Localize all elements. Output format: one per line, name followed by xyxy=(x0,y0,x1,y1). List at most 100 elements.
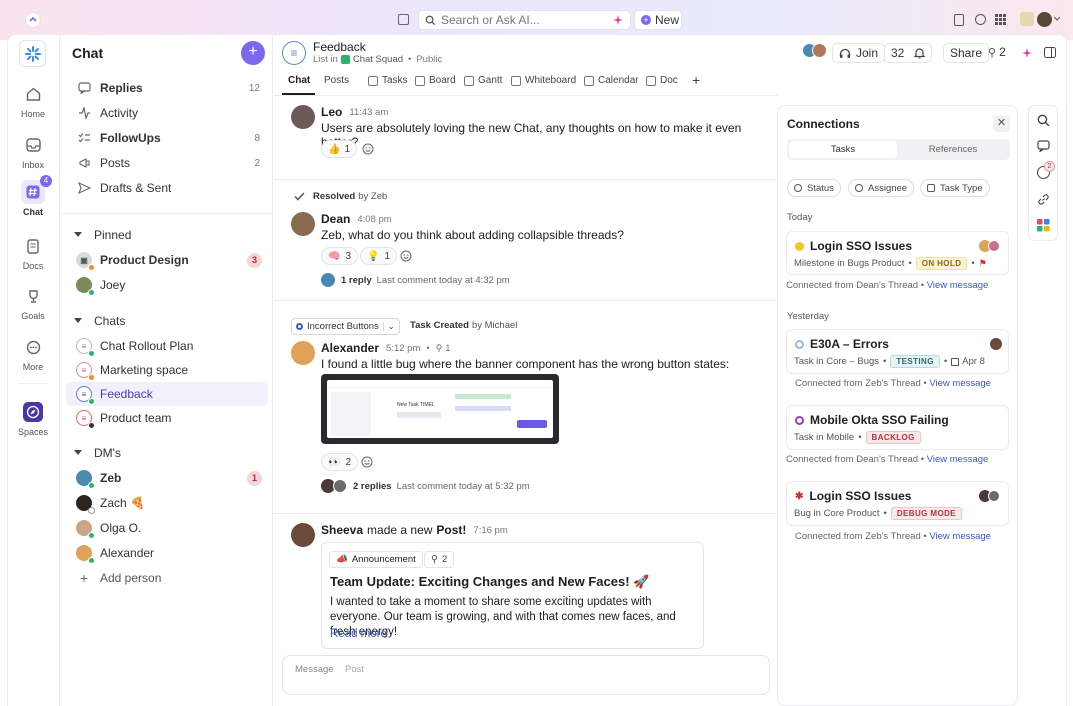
calendar-icon[interactable] xyxy=(398,14,409,25)
user-avatar[interactable] xyxy=(1037,12,1052,27)
tab-gantt[interactable]: Gantt xyxy=(464,75,502,86)
view-message-link[interactable]: View message xyxy=(927,280,989,291)
filter-assignee[interactable]: Assignee xyxy=(848,179,915,197)
view-message-link[interactable]: View message xyxy=(929,531,991,542)
composer-tab-message[interactable]: Message xyxy=(295,664,334,675)
workspace-logo[interactable] xyxy=(19,40,46,67)
sidebar-item-chat-rollout[interactable]: ≡ Chat Rollout Plan xyxy=(66,334,268,358)
pinned-section-toggle[interactable]: Pinned xyxy=(74,228,131,242)
rail-goals[interactable]: Goals xyxy=(8,284,58,321)
tab-doc[interactable]: Doc xyxy=(646,75,678,86)
sidebar-item-followups[interactable]: FollowUps 8 xyxy=(66,126,268,150)
sidebar-item-zach[interactable]: Zach 🍕 xyxy=(66,491,268,515)
sidebar-item-zeb[interactable]: Zeb 1 xyxy=(66,466,268,490)
members-avatars[interactable] xyxy=(802,43,832,59)
author-name[interactable]: Leo xyxy=(321,105,342,119)
composer-tab-post[interactable]: Post xyxy=(345,664,364,675)
sheeva-avatar[interactable] xyxy=(291,523,315,547)
leo-avatar[interactable] xyxy=(291,105,315,129)
rail-spaces[interactable]: Spaces xyxy=(8,400,58,437)
sidebar-item-feedback[interactable]: ≡ Feedback xyxy=(66,382,268,406)
link-icon[interactable] xyxy=(1037,193,1050,206)
chevron-down-icon[interactable] xyxy=(1054,17,1060,21)
bug-screenshot[interactable]: New Task TIMEL xyxy=(321,374,559,444)
tab-board[interactable]: Board xyxy=(415,75,456,86)
new-button[interactable]: + New xyxy=(634,10,682,30)
chats-section-toggle[interactable]: Chats xyxy=(74,314,125,328)
connection-card[interactable]: Mobile Okta SSO Failing Task in Mobile • B… xyxy=(786,405,1009,450)
sidebar-item-alexander[interactable]: Alexander xyxy=(66,541,268,565)
apps-grid-icon[interactable] xyxy=(995,14,1006,25)
task-tag[interactable]: Incorrect Buttons ⌄ xyxy=(291,318,400,335)
tab-calendar[interactable]: Calendar xyxy=(584,75,639,86)
sidebar-item-posts[interactable]: Posts 2 xyxy=(66,151,268,175)
add-person-button[interactable]: + Add person xyxy=(66,566,268,590)
connection-card[interactable]: Login SSO Issues Milestone in Bugs Produ… xyxy=(786,231,1009,275)
comment-icon[interactable] xyxy=(1037,140,1050,152)
member-count-button[interactable]: 32 xyxy=(884,43,933,63)
tab-references[interactable]: References xyxy=(899,141,1007,158)
ai-sparkle-icon[interactable] xyxy=(1021,47,1033,59)
composer[interactable]: Message Post xyxy=(282,655,770,695)
filter-task-type[interactable]: Task Type xyxy=(920,179,990,197)
reaction-chip[interactable]: 🧠 3 xyxy=(321,247,359,265)
search-icon[interactable] xyxy=(1037,114,1050,127)
dean-avatar[interactable] xyxy=(291,212,315,236)
add-reaction-icon[interactable] xyxy=(358,453,376,471)
rail-docs[interactable]: Docs xyxy=(8,234,58,271)
dms-section-toggle[interactable]: DM's xyxy=(74,446,121,460)
reaction-chip[interactable]: 💡 1 xyxy=(360,247,398,265)
author-name[interactable]: Dean xyxy=(321,212,350,226)
add-reaction-icon[interactable] xyxy=(359,140,377,158)
sidebar-item-joey[interactable]: Joey xyxy=(66,273,268,297)
close-icon[interactable]: ✕ xyxy=(993,115,1010,132)
space-link[interactable]: Chat Squad xyxy=(353,54,403,65)
timer-icon[interactable] xyxy=(975,14,986,25)
workspace-avatar[interactable] xyxy=(1020,12,1034,26)
rail-home[interactable]: Home xyxy=(8,82,58,119)
rail-inbox[interactable]: Inbox xyxy=(8,133,58,170)
author-name[interactable]: Alexander xyxy=(321,341,379,355)
share-button[interactable]: Share xyxy=(943,43,990,63)
notepad-icon[interactable] xyxy=(954,14,964,26)
alexander-msg-avatar[interactable] xyxy=(291,341,315,365)
tab-posts[interactable]: Posts xyxy=(324,75,349,86)
sidebar-item-product-team[interactable]: ≡ Product team xyxy=(66,406,268,430)
add-reaction-icon[interactable] xyxy=(397,247,415,265)
tab-whiteboard[interactable]: Whiteboard xyxy=(511,75,576,86)
sidebar-item-product-design[interactable]: ▣ Product Design 3 xyxy=(66,248,268,272)
connection-card[interactable]: ✱ Login SSO Issues Bug in Core Product • DE… xyxy=(786,481,1009,526)
view-message-link[interactable]: View message xyxy=(927,454,989,465)
author-name[interactable]: Sheeva xyxy=(321,523,363,537)
tab-tasks[interactable]: Tasks xyxy=(789,141,897,158)
sidebar-item-replies[interactable]: Replies 12 xyxy=(66,76,268,100)
add-view-button[interactable]: + xyxy=(692,72,700,88)
join-button[interactable]: Join xyxy=(832,43,886,63)
reaction-chip[interactable]: 👀 2 xyxy=(321,453,359,471)
post-card[interactable]: 📣 Announcement ⚲ 2 Team Update: Exciting… xyxy=(321,542,704,649)
tab-tasks[interactable]: Tasks xyxy=(368,75,408,86)
search-bar[interactable]: Search or Ask AI... xyxy=(418,10,631,30)
app-logo-icon[interactable] xyxy=(25,12,41,28)
new-chat-button[interactable]: + xyxy=(241,41,265,65)
tab-chat[interactable]: Chat xyxy=(288,75,310,86)
filter-status[interactable]: Status xyxy=(787,179,841,197)
thread-summary[interactable]: 2 replies Last comment today at 5:32 pm xyxy=(321,479,530,493)
apps-icon[interactable] xyxy=(1037,219,1050,232)
sidebar-item-drafts[interactable]: Drafts & Sent xyxy=(66,176,268,200)
thread-summary[interactable]: 1 reply Last comment today at 4:32 pm xyxy=(321,273,510,287)
sidebar-item-marketing[interactable]: ≡ Marketing space xyxy=(66,358,268,382)
card-date: Apr 8 xyxy=(962,356,985,367)
sidebar-toggle-icon[interactable] xyxy=(1044,47,1056,58)
sidebar-item-olga[interactable]: Olga O. xyxy=(66,516,268,540)
read-more-link[interactable]: Read more xyxy=(330,628,387,640)
ai-sparkle-icon[interactable] xyxy=(612,14,624,26)
rail-chat[interactable]: 4 Chat xyxy=(8,175,58,217)
rail-more[interactable]: More xyxy=(8,335,58,372)
reaction-chip[interactable]: 👍 1 xyxy=(321,140,358,158)
view-message-link[interactable]: View message xyxy=(929,378,991,389)
chevron-down-icon[interactable]: ⌄ xyxy=(382,322,395,331)
sidebar-item-activity[interactable]: Activity xyxy=(66,101,268,125)
connection-card[interactable]: E30A – Errors Task in Core – Bugs • TESTIN… xyxy=(786,329,1009,374)
subtasks-button[interactable]: ⚲ 2 xyxy=(988,45,1006,59)
